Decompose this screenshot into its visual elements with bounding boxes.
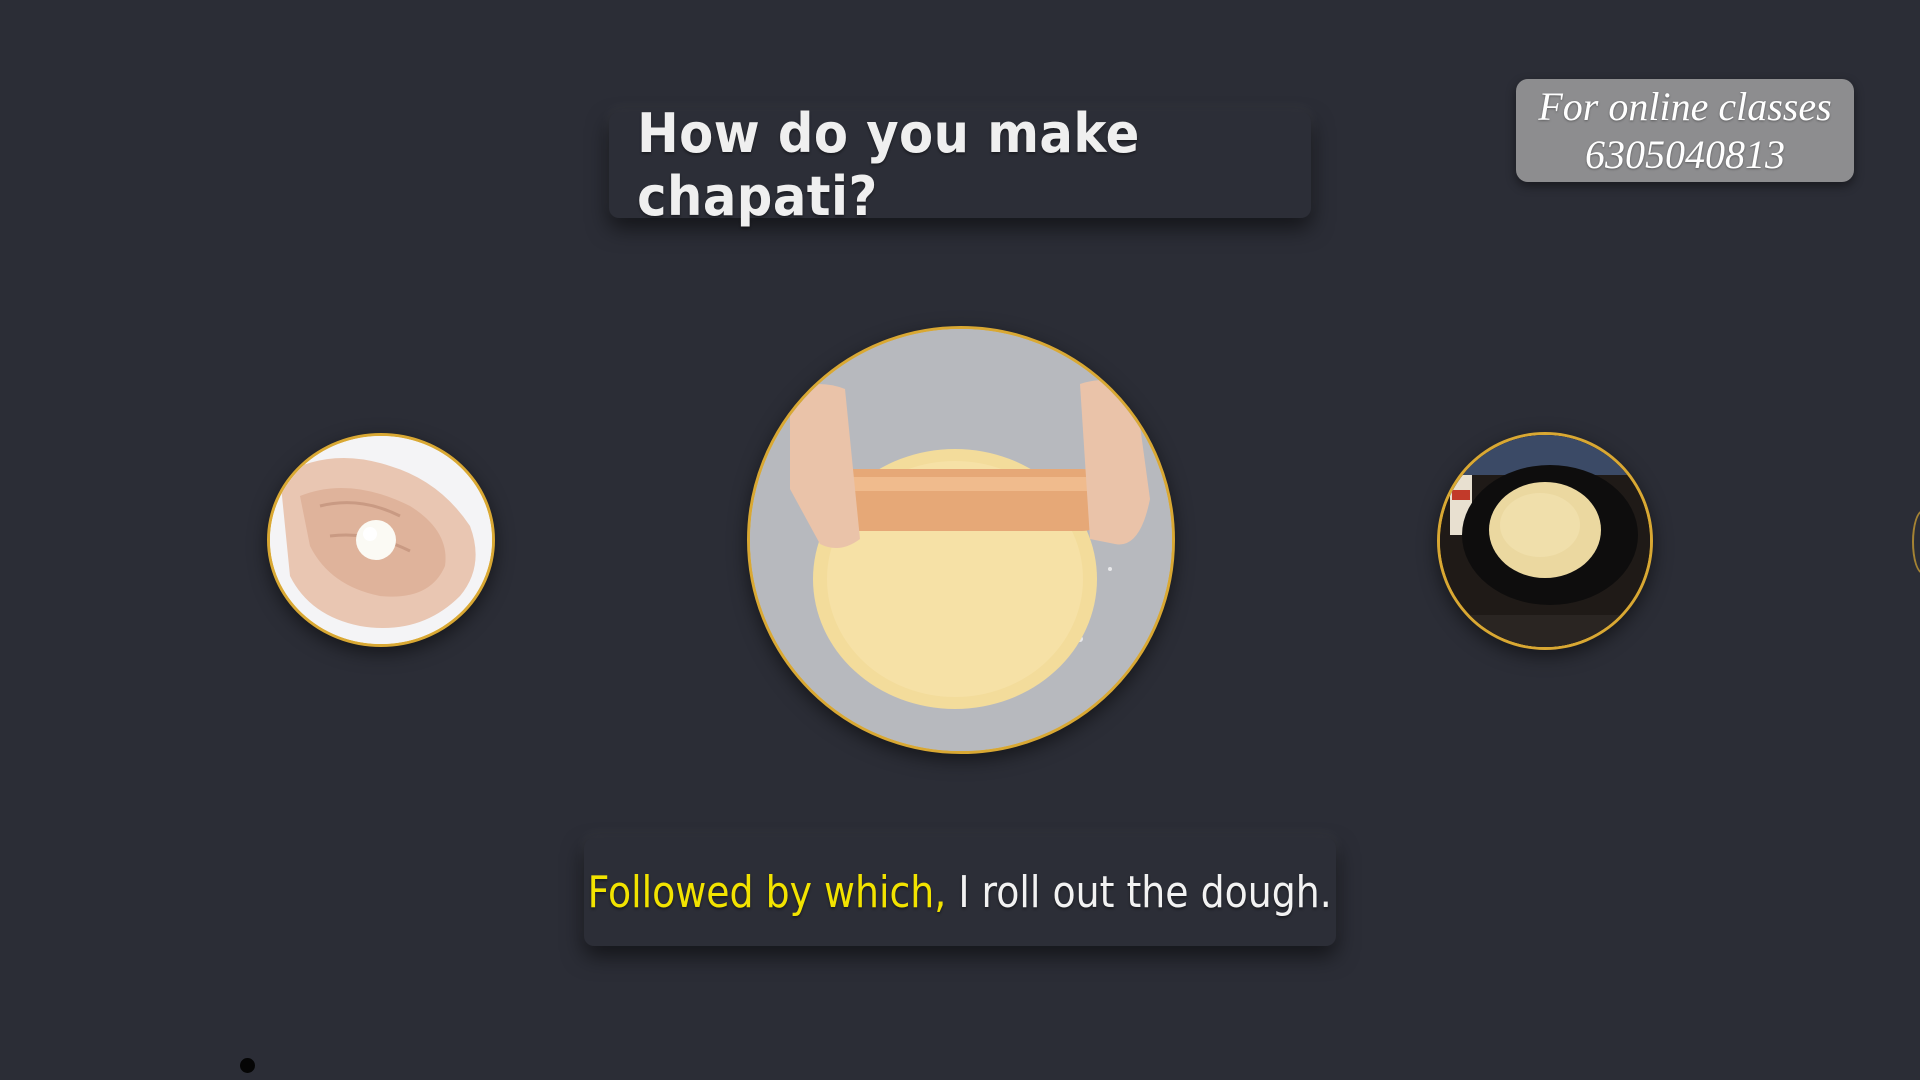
title-banner: How do you make chapati?	[609, 102, 1311, 228]
online-classes-promo: For online classes 6305040813	[1516, 79, 1854, 182]
chapati-on-tawa-image	[1440, 435, 1650, 647]
subtitle-rest: I roll out the dough.	[946, 866, 1333, 918]
step-image-dough-ball	[267, 433, 495, 647]
subtitle-banner: Followed by which, I roll out the dough.	[584, 838, 1336, 946]
cursor-dot	[240, 1058, 255, 1073]
subtitle-highlight: Followed by which,	[587, 866, 947, 918]
rolling-pin-image	[750, 329, 1172, 751]
video-title: How do you make chapati?	[637, 102, 1140, 228]
step-image-rolling-dough	[747, 326, 1175, 754]
next-step-edge-circle	[1912, 510, 1920, 574]
promo-phone-number: 6305040813	[1585, 131, 1785, 177]
subtitle-text: Followed by which, I roll out the dough.	[588, 867, 1332, 918]
promo-line-1: For online classes	[1538, 83, 1832, 129]
step-image-chapati-on-tawa	[1437, 432, 1653, 650]
dough-ball-in-hand-image	[270, 436, 492, 644]
